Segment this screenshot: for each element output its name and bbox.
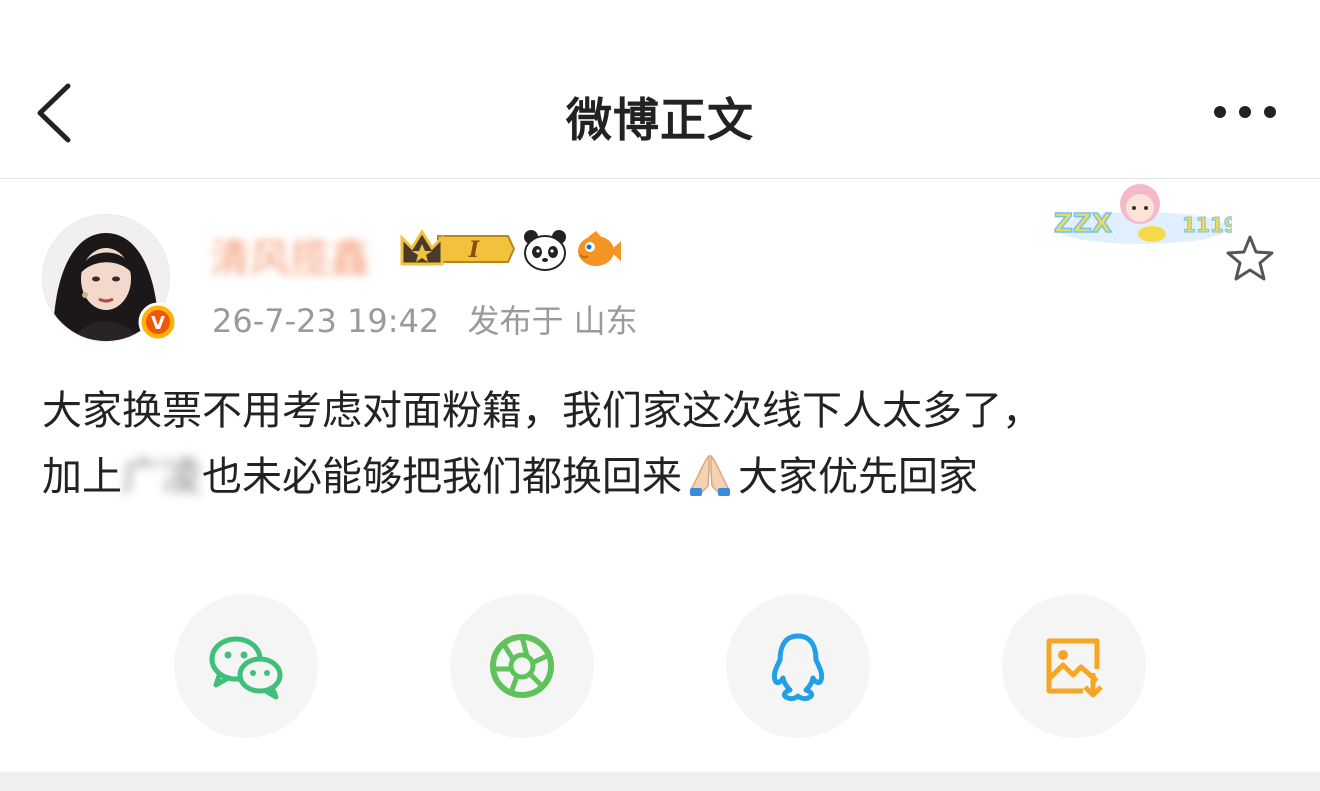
post-content-segment: 加上	[42, 454, 122, 500]
post-content-segment: 也未必能够把我们都换回来	[202, 454, 682, 500]
post-timestamp: 26-7-23 19:42	[212, 302, 440, 340]
blurred-text: 广凌	[122, 454, 202, 500]
save-image-icon	[1046, 638, 1103, 698]
more-button[interactable]	[1200, 92, 1290, 132]
moments-aperture-icon	[490, 634, 554, 698]
post-content-segment: 大家优先回家	[738, 454, 978, 500]
post-content: 大家换票不用考虑对面粉籍，我们家这次线下人太多了， 加上广凌也未必能够把我们都换…	[42, 378, 1262, 518]
wechat-icon	[209, 636, 283, 700]
favorite-button[interactable]	[1224, 233, 1276, 289]
verified-v-icon: V	[138, 302, 178, 342]
fan-sticker-decoration: ZZX 1119	[1053, 184, 1232, 244]
crown-level-badge: I	[400, 229, 516, 266]
user-avatar[interactable]: V	[42, 214, 178, 342]
star-icon	[1226, 235, 1274, 281]
fish-icon	[578, 231, 621, 266]
svg-text:V: V	[151, 313, 165, 334]
post-content-line-2: 加上广凌也未必能够把我们都换回来 大家优先回家	[42, 444, 1262, 518]
save-image-button[interactable]	[1002, 594, 1146, 738]
share-qq-button[interactable]	[726, 594, 870, 738]
page-title: 微博正文	[566, 93, 754, 147]
username[interactable]: 清风揽鑫	[210, 226, 370, 284]
share-row	[0, 594, 1320, 738]
panda-icon	[524, 230, 566, 271]
post-meta: 26-7-23 19:42 发布于 山东	[212, 296, 656, 342]
share-wechat-button[interactable]	[174, 594, 318, 738]
share-moments-button[interactable]	[450, 594, 594, 738]
qq-penguin-icon	[771, 633, 825, 702]
more-dots-icon	[1214, 106, 1276, 118]
sticker-text-left: ZZX	[1054, 209, 1112, 239]
level-label: I	[468, 237, 480, 263]
post-location: 发布于 山东	[467, 302, 638, 340]
post-content-line-1: 大家换票不用考虑对面粉籍，我们家这次线下人太多了，	[42, 388, 1042, 434]
bottom-divider	[0, 772, 1320, 791]
top-nav-bar: 微博正文	[0, 0, 1320, 179]
praying-hands-icon	[686, 450, 734, 518]
